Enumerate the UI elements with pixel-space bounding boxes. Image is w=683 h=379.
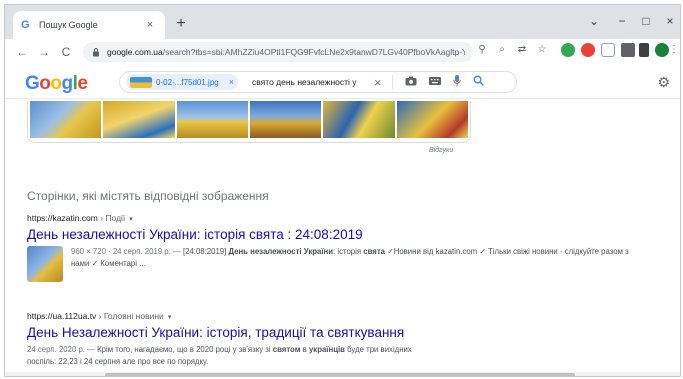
result-title-link[interactable]: День Незалежності України: історія, трад…	[27, 325, 647, 340]
snippet-highlight: українців	[308, 345, 345, 354]
url-path: /search?tbs=sbi:AMhZZiu4OPtl1FQG9FvfcLNe…	[162, 47, 465, 57]
result-body: 960 × 720 · 24 серп. 2019 р. — [24:08:20…	[27, 246, 647, 282]
back-button[interactable]: ←	[11, 45, 33, 59]
logo-letter: o	[50, 73, 62, 94]
result-menu-arrow-icon[interactable]: ▾	[168, 314, 172, 321]
result-meta: 24 серп. 2020 р. —	[27, 345, 98, 354]
keyboard-icon[interactable]	[428, 76, 441, 88]
similar-image-thumbnail[interactable]	[176, 101, 248, 138]
result-snippet: 960 × 720 · 24 серп. 2019 р. — [24:08:20…	[71, 246, 647, 282]
search-result: https://ua.112ua.tv › Головні новини ▾ Де…	[27, 311, 647, 367]
snippet-highlight: свята	[363, 247, 385, 256]
search-image-chip[interactable]: 0-02-...f75d01.jpg ×	[126, 74, 238, 90]
extension-red-icon[interactable]	[581, 43, 595, 57]
result-crumb: › Події	[97, 213, 126, 223]
search-results-page: Google 0-02-...f75d01.jpg × свято день н…	[5, 67, 680, 376]
chip-filename: 0-02-...f75d01.jpg	[156, 77, 219, 87]
address-bar[interactable]: google.com.ua/search?tbs=sbi:AMhZZiu4OPt…	[83, 42, 473, 62]
scrollbar-thumb[interactable]	[105, 373, 575, 376]
snippet-text: в	[300, 345, 309, 354]
google-logo[interactable]: Google	[25, 73, 88, 95]
result-crumb: › Головні новини	[96, 311, 164, 321]
minimize-button[interactable]: −	[609, 11, 635, 31]
result-title-link[interactable]: День незалежності України: історія свята…	[27, 227, 647, 242]
result-meta: 960 × 720 · 24 серп. 2019 р. —	[71, 247, 183, 256]
similar-image-thumbnail[interactable]	[249, 101, 322, 138]
search-box[interactable]: 0-02-...f75d01.jpg × свято день незалежн…	[119, 71, 517, 93]
close-window-button[interactable]: ×	[657, 11, 680, 31]
search-result: https://kazatin.com › Події ▾ День незале…	[27, 213, 647, 282]
omnibox-actions: ⚲ ⌕ ⇄ ☆	[475, 43, 549, 57]
section-heading: Сторінки, які містять відповідні зображе…	[27, 189, 269, 203]
google-favicon-icon: G	[21, 19, 30, 31]
result-breadcrumb[interactable]: https://kazatin.com › Події ▾	[27, 213, 647, 223]
similar-image-thumbnail[interactable]	[323, 101, 395, 138]
url-text: google.com.ua/search?tbs=sbi:AMhZZiu4OPt…	[107, 47, 465, 57]
snippet-highlight: святом	[272, 345, 301, 354]
chip-remove-button[interactable]: ×	[229, 77, 234, 87]
chevron-down-icon[interactable]: ⌄	[581, 11, 607, 31]
new-tab-button[interactable]: +	[171, 14, 191, 34]
result-breadcrumb[interactable]: https://ua.112ua.tv › Головні новини ▾	[27, 311, 647, 321]
snippet-text: [24:08:2019]	[182, 247, 229, 256]
search-divider	[391, 75, 393, 89]
similar-image-thumbnail[interactable]	[396, 101, 468, 138]
location-icon[interactable]: ⚲	[475, 43, 489, 57]
extension-grid-icon[interactable]	[621, 43, 635, 57]
lock-icon	[93, 48, 99, 57]
url-host: google.com.ua	[107, 47, 163, 57]
similar-image-thumbnail[interactable]	[30, 101, 102, 138]
navigation-bar: ← → C google.com.ua/search?tbs=sbi:AMhZZ…	[5, 39, 680, 65]
profile-avatar[interactable]	[655, 43, 669, 57]
camera-icon[interactable]	[405, 76, 417, 89]
browser-window: G Пошук Google × + ⌄ − □ × ← → C google.…	[4, 4, 681, 377]
snippet-text: Крім того, нагадаємо, що в 2020 році у з…	[97, 345, 273, 354]
logo-letter: g	[61, 73, 74, 94]
search-input[interactable]: свято день незалежності у	[252, 77, 370, 87]
reload-button[interactable]: C	[55, 45, 77, 59]
extension-green-icon[interactable]	[561, 43, 575, 57]
similar-image-thumbnail[interactable]	[103, 101, 175, 138]
horizontal-scrollbar[interactable]	[5, 372, 680, 376]
result-site: https://ua.112ua.tv	[27, 311, 97, 321]
tab-strip: G Пошук Google × + ⌄ − □ ×	[5, 5, 680, 39]
chip-thumbnail	[130, 76, 152, 88]
extension-shield-icon[interactable]	[601, 43, 615, 57]
result-site: https://kazatin.com	[27, 213, 98, 223]
microphone-icon[interactable]	[452, 74, 461, 90]
feedback-link[interactable]: Відгуки	[429, 147, 453, 154]
tab-title: Пошук Google	[39, 20, 98, 30]
logo-letter: G	[25, 73, 40, 94]
logo-letter: o	[39, 73, 51, 94]
forward-button[interactable]: →	[33, 45, 55, 59]
search-icon[interactable]: ⌕	[495, 43, 509, 57]
result-snippet: 24 серп. 2020 р. — Крім того, нагадаємо,…	[27, 344, 427, 367]
result-menu-arrow-icon[interactable]: ▾	[129, 216, 133, 223]
logo-letter: e	[77, 73, 88, 94]
snippet-highlight: День незалежності України	[228, 247, 334, 256]
result-thumbnail[interactable]	[27, 246, 63, 282]
extensions-puzzle-icon[interactable]	[639, 43, 649, 57]
tab-close-button[interactable]: ×	[143, 19, 157, 31]
browser-tab[interactable]: G Пошук Google ×	[13, 11, 165, 39]
bookmark-star-icon[interactable]: ☆	[535, 43, 549, 57]
settings-gear-icon[interactable]: ⚙	[657, 74, 670, 91]
snippet-text: : історія	[333, 247, 364, 256]
search-icon[interactable]	[473, 75, 484, 89]
similar-images-strip	[27, 101, 471, 143]
maximize-button[interactable]: □	[633, 11, 659, 31]
translate-icon[interactable]: ⇄	[515, 43, 529, 57]
search-header: Google 0-02-...f75d01.jpg × свято день н…	[5, 67, 680, 99]
clear-search-button[interactable]: ×	[374, 75, 382, 90]
browser-menu-icon[interactable]: ⋮	[669, 43, 679, 57]
